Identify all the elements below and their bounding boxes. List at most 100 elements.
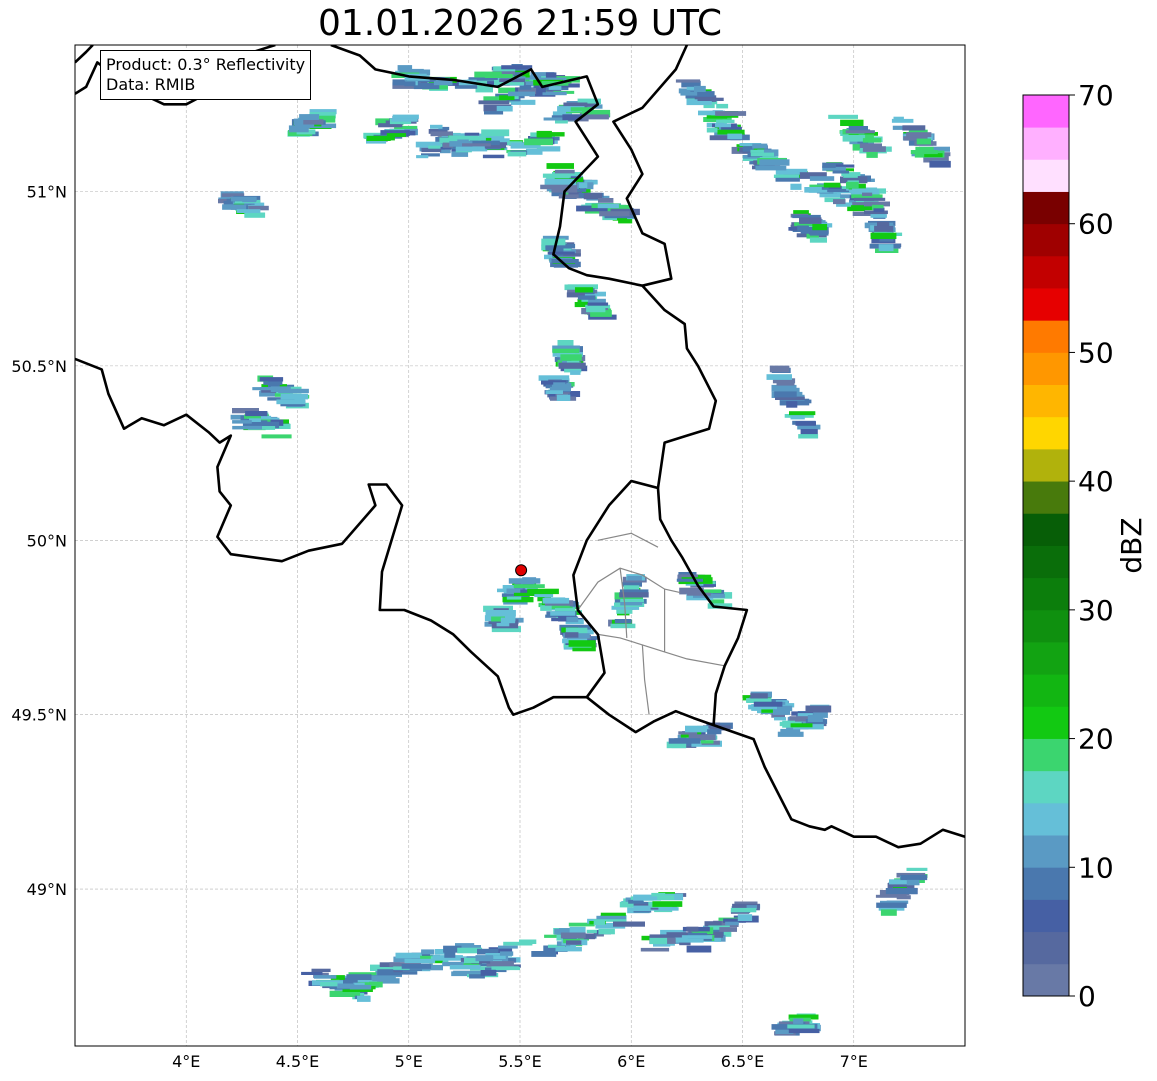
lon-tick-label: 5.5°E bbox=[498, 1052, 542, 1071]
echo-cell bbox=[526, 148, 543, 155]
echo-cell bbox=[876, 902, 907, 908]
echo-cell bbox=[552, 348, 580, 354]
colorbar-tick-label: 50 bbox=[1078, 336, 1114, 369]
echo-cell bbox=[893, 116, 904, 122]
colorbar-segment bbox=[1023, 481, 1069, 514]
echo-cell bbox=[553, 382, 566, 387]
echo-cell bbox=[804, 187, 822, 193]
echo-cell bbox=[540, 605, 552, 611]
echo-cell bbox=[545, 390, 563, 394]
echo-cell bbox=[620, 602, 643, 606]
colorbar-segment bbox=[1023, 352, 1069, 386]
echo-cell bbox=[453, 970, 485, 974]
echo-cell bbox=[750, 693, 768, 699]
echo-cell bbox=[478, 100, 510, 105]
echo-cell bbox=[540, 146, 561, 152]
colorbar-segment bbox=[1023, 288, 1069, 321]
echo-cell bbox=[474, 71, 502, 78]
echo-cell bbox=[862, 138, 882, 143]
colorbar-tick-label: 70 bbox=[1078, 79, 1114, 112]
echo-cell bbox=[716, 103, 729, 109]
echo-cell bbox=[245, 411, 268, 417]
echo-cell bbox=[719, 927, 737, 932]
echo-cell bbox=[789, 411, 816, 416]
lon-tick-label: 7°E bbox=[840, 1052, 868, 1071]
echo-cell bbox=[404, 81, 416, 87]
colorbar-label: dBZ bbox=[1115, 517, 1148, 573]
echo-cell bbox=[835, 166, 846, 172]
echo-cell bbox=[550, 611, 576, 616]
echo-cell bbox=[261, 415, 272, 419]
echo-cell bbox=[547, 251, 575, 255]
echo-cell bbox=[727, 133, 743, 140]
colorbar-segment bbox=[1023, 899, 1069, 933]
echo-cell bbox=[827, 189, 850, 193]
colorbar-segment bbox=[1023, 609, 1069, 643]
echo-cell bbox=[391, 118, 418, 122]
echo-cell bbox=[649, 937, 668, 945]
echo-cell bbox=[877, 221, 890, 226]
colorbar-segment bbox=[1023, 802, 1069, 836]
echo-cell bbox=[866, 151, 878, 158]
echo-cell bbox=[873, 208, 884, 213]
echo-cell bbox=[805, 705, 832, 713]
radar-map: 4°E 4.5°E 5°E 5.5°E 6°E 6.5°E 7°E 49°N 49.5°N 50… bbox=[11, 44, 1148, 1071]
echo-cell bbox=[755, 165, 787, 171]
echo-cell bbox=[366, 135, 395, 141]
colorbar-segment bbox=[1023, 706, 1069, 739]
echo-cell bbox=[507, 151, 527, 157]
echo-cell bbox=[640, 947, 670, 952]
colorbar-segment bbox=[1023, 255, 1069, 289]
colorbar-segment bbox=[1023, 545, 1069, 579]
echo-cell bbox=[475, 955, 493, 962]
echo-cell bbox=[501, 65, 533, 70]
echo-cell bbox=[587, 302, 609, 306]
echo-cell bbox=[614, 619, 632, 624]
echo-cell bbox=[715, 123, 731, 128]
echo-cell bbox=[842, 135, 866, 142]
echo-cell bbox=[737, 914, 753, 921]
echo-cell bbox=[910, 150, 938, 155]
echo-cell bbox=[807, 715, 823, 722]
colorbar-segment bbox=[1023, 867, 1069, 900]
colorbar-segment bbox=[1023, 963, 1069, 997]
product-label: Product: 0.3° Reflectivity bbox=[106, 55, 306, 74]
echo-cell bbox=[681, 935, 713, 939]
echo-cell bbox=[769, 365, 790, 373]
echo-cell bbox=[542, 173, 571, 178]
echo-cell bbox=[556, 394, 571, 401]
lat-tick-label: 51°N bbox=[27, 182, 67, 201]
echo-cell bbox=[896, 895, 911, 900]
echo-cell bbox=[766, 374, 792, 380]
echo-cell bbox=[809, 176, 835, 181]
echo-cell bbox=[832, 170, 850, 174]
echo-cell bbox=[750, 149, 764, 153]
echo-cell bbox=[444, 952, 456, 958]
latitude-ticks: 49°N 49.5°N 50°N 50.5°N 51°N bbox=[11, 182, 67, 899]
echo-cell bbox=[236, 209, 261, 213]
echo-cell bbox=[675, 79, 701, 83]
echo-cell bbox=[496, 105, 513, 112]
longitude-ticks: 4°E 4.5°E 5°E 5.5°E 6°E 6.5°E 7°E bbox=[172, 1052, 868, 1071]
echo-cell bbox=[676, 578, 703, 582]
echo-cell bbox=[706, 127, 718, 133]
echo-cell bbox=[536, 130, 552, 138]
echo-cell bbox=[500, 617, 516, 624]
lon-tick-label: 4°E bbox=[172, 1052, 200, 1071]
echo-cell bbox=[900, 874, 928, 881]
echo-cell bbox=[268, 381, 280, 388]
echo-cell bbox=[464, 132, 480, 136]
echo-cell bbox=[430, 124, 443, 129]
echo-cell bbox=[349, 984, 372, 990]
echo-cell bbox=[623, 585, 640, 590]
echo-cell bbox=[499, 951, 514, 956]
echo-cell bbox=[569, 926, 586, 933]
echo-cell bbox=[686, 945, 712, 953]
echo-cell bbox=[597, 204, 619, 209]
echo-cell bbox=[906, 867, 928, 871]
echo-cell bbox=[668, 738, 701, 744]
echo-cell bbox=[558, 194, 583, 199]
echo-cell bbox=[430, 131, 453, 137]
echo-cell bbox=[242, 198, 257, 203]
colorbar-segment bbox=[1023, 674, 1069, 707]
